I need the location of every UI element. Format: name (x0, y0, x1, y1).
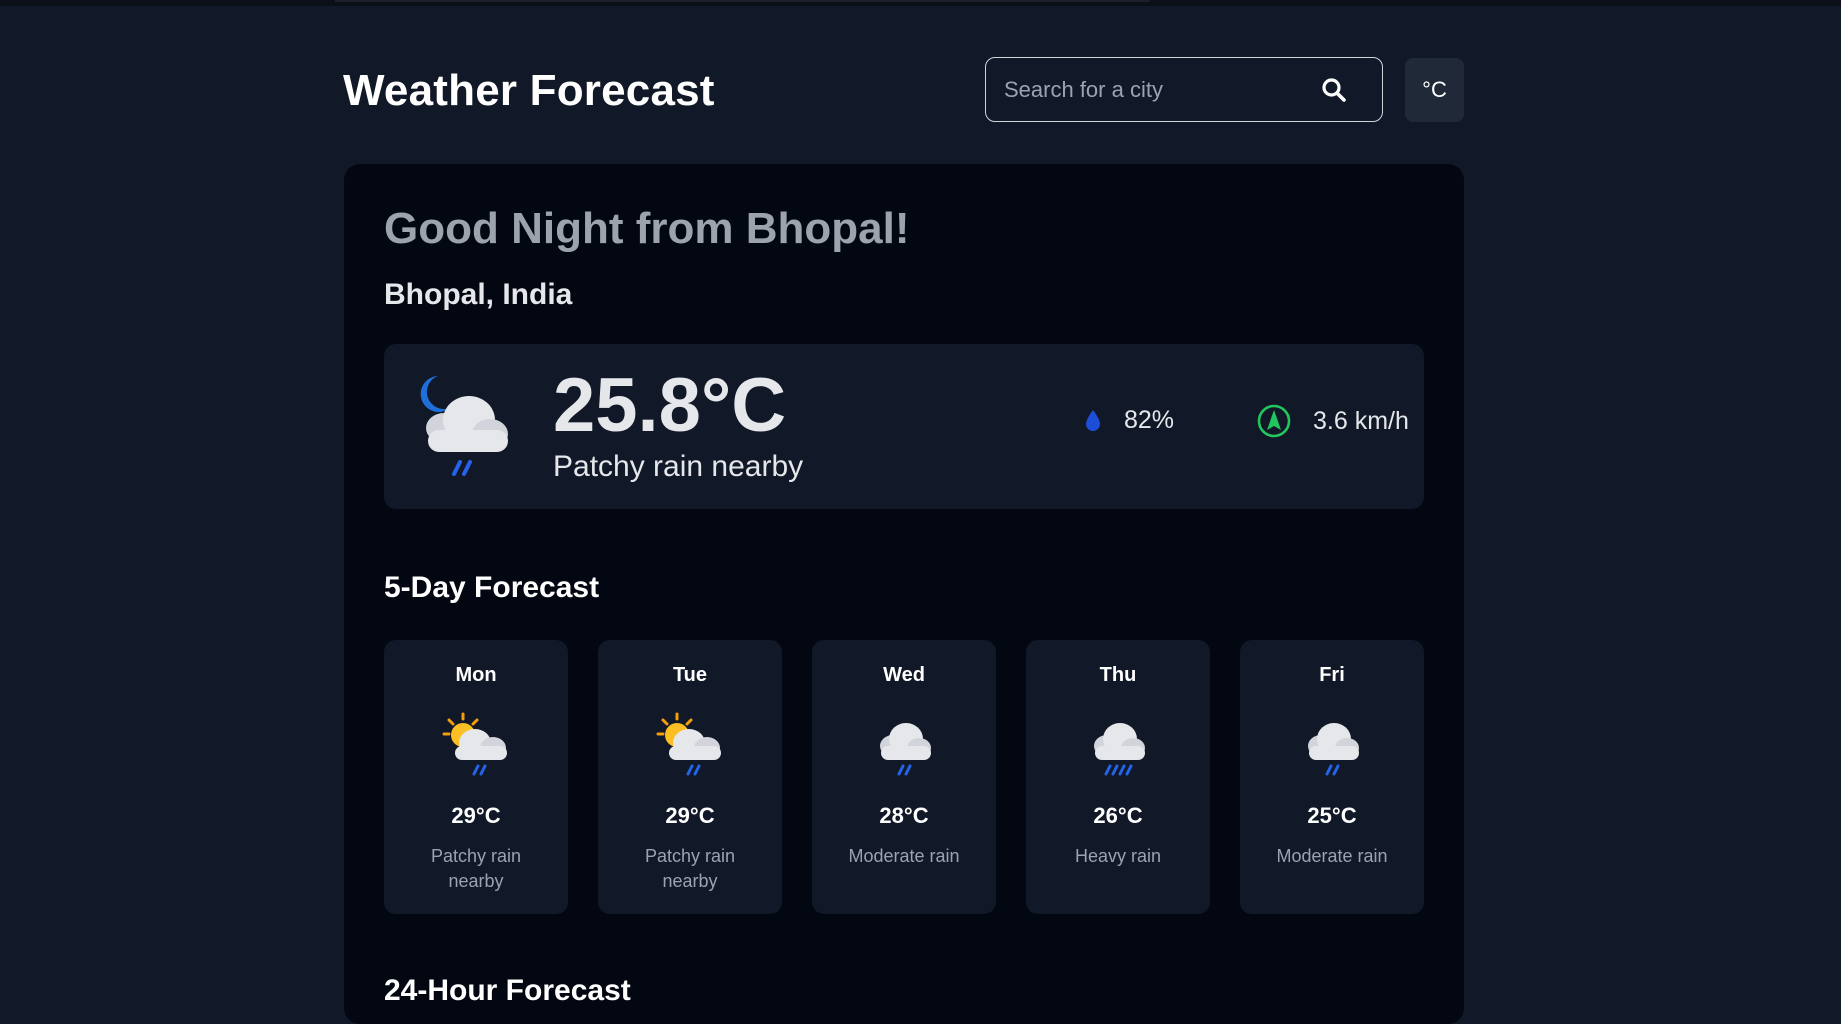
forecast-day-name: Fri (1319, 664, 1345, 686)
forecast-list: Mon 29°C Patchy rain nearby Tue 29°C Pat… (384, 640, 1424, 914)
unit-toggle-button[interactable]: °C (1405, 58, 1464, 122)
location-label: Bhopal, India (384, 278, 573, 311)
hourly-forecast-heading: 24-Hour Forecast (384, 974, 631, 1007)
forecast-day-card: Wed 28°C Moderate rain (812, 640, 996, 914)
sun-cloud-rain-icon (442, 712, 507, 776)
forecast-day-temp: 25°C (1307, 803, 1357, 828)
search-box (985, 57, 1383, 122)
wind-direction-icon (1257, 404, 1291, 438)
humidity-value: 82% (1124, 406, 1175, 434)
moon-cloud-rain-icon (420, 376, 508, 476)
app-title: Weather Forecast (343, 66, 715, 115)
forecast-day-desc: Moderate rain (848, 846, 960, 866)
forecast-day-card: Thu 26°C Heavy rain (1026, 640, 1210, 914)
greeting-heading: Good Night from Bhopal! (384, 204, 910, 253)
forecast-day-name: Wed (883, 664, 925, 686)
search-icon (1322, 78, 1346, 102)
forecast-day-desc: Patchy rain nearby (644, 846, 736, 891)
app-header: Weather Forecast °C (343, 56, 1464, 124)
current-weather-panel: 25.8°C Patchy rain nearby 82% 3.6 km/h (384, 344, 1424, 509)
forecast-day-name: Mon (455, 664, 497, 686)
forecast-heading: 5-Day Forecast (384, 571, 600, 604)
forecast-day-temp: 26°C (1093, 803, 1143, 828)
forecast-day-desc: Heavy rain (1074, 846, 1162, 866)
forecast-day-name: Thu (1099, 664, 1137, 686)
forecast-day-card: Tue 29°C Patchy rain nearby (598, 640, 782, 914)
forecast-day-desc: Moderate rain (1276, 846, 1388, 866)
wind-stat: 3.6 km/h (1257, 404, 1409, 438)
forecast-day-card: Fri 25°C Moderate rain (1240, 640, 1424, 914)
water-drop-icon (1086, 409, 1100, 431)
forecast-day-desc: Patchy rain nearby (430, 846, 522, 891)
current-condition: Patchy rain nearby (553, 450, 804, 483)
search-button[interactable] (1316, 72, 1352, 108)
humidity-stat: 82% (1084, 406, 1174, 435)
search-input[interactable] (1002, 72, 1306, 108)
forecast-day-temp: 28°C (879, 803, 929, 828)
cloud-rain-icon (1308, 723, 1359, 776)
forecast-day-name: Tue (672, 664, 708, 686)
cloud-heavy-rain-icon (1094, 723, 1145, 776)
forecast-day-temp: 29°C (665, 803, 715, 828)
top-edge-bar (0, 0, 1841, 6)
cloud-rain-icon (880, 723, 931, 776)
weather-card: Good Night from Bhopal! Bhopal, India 25… (344, 164, 1464, 1024)
current-temperature: 25.8°C (553, 363, 787, 448)
wind-value: 3.6 km/h (1313, 406, 1409, 435)
sun-cloud-rain-icon (656, 712, 721, 776)
forecast-day-temp: 29°C (451, 803, 501, 828)
forecast-day-card: Mon 29°C Patchy rain nearby (384, 640, 568, 914)
